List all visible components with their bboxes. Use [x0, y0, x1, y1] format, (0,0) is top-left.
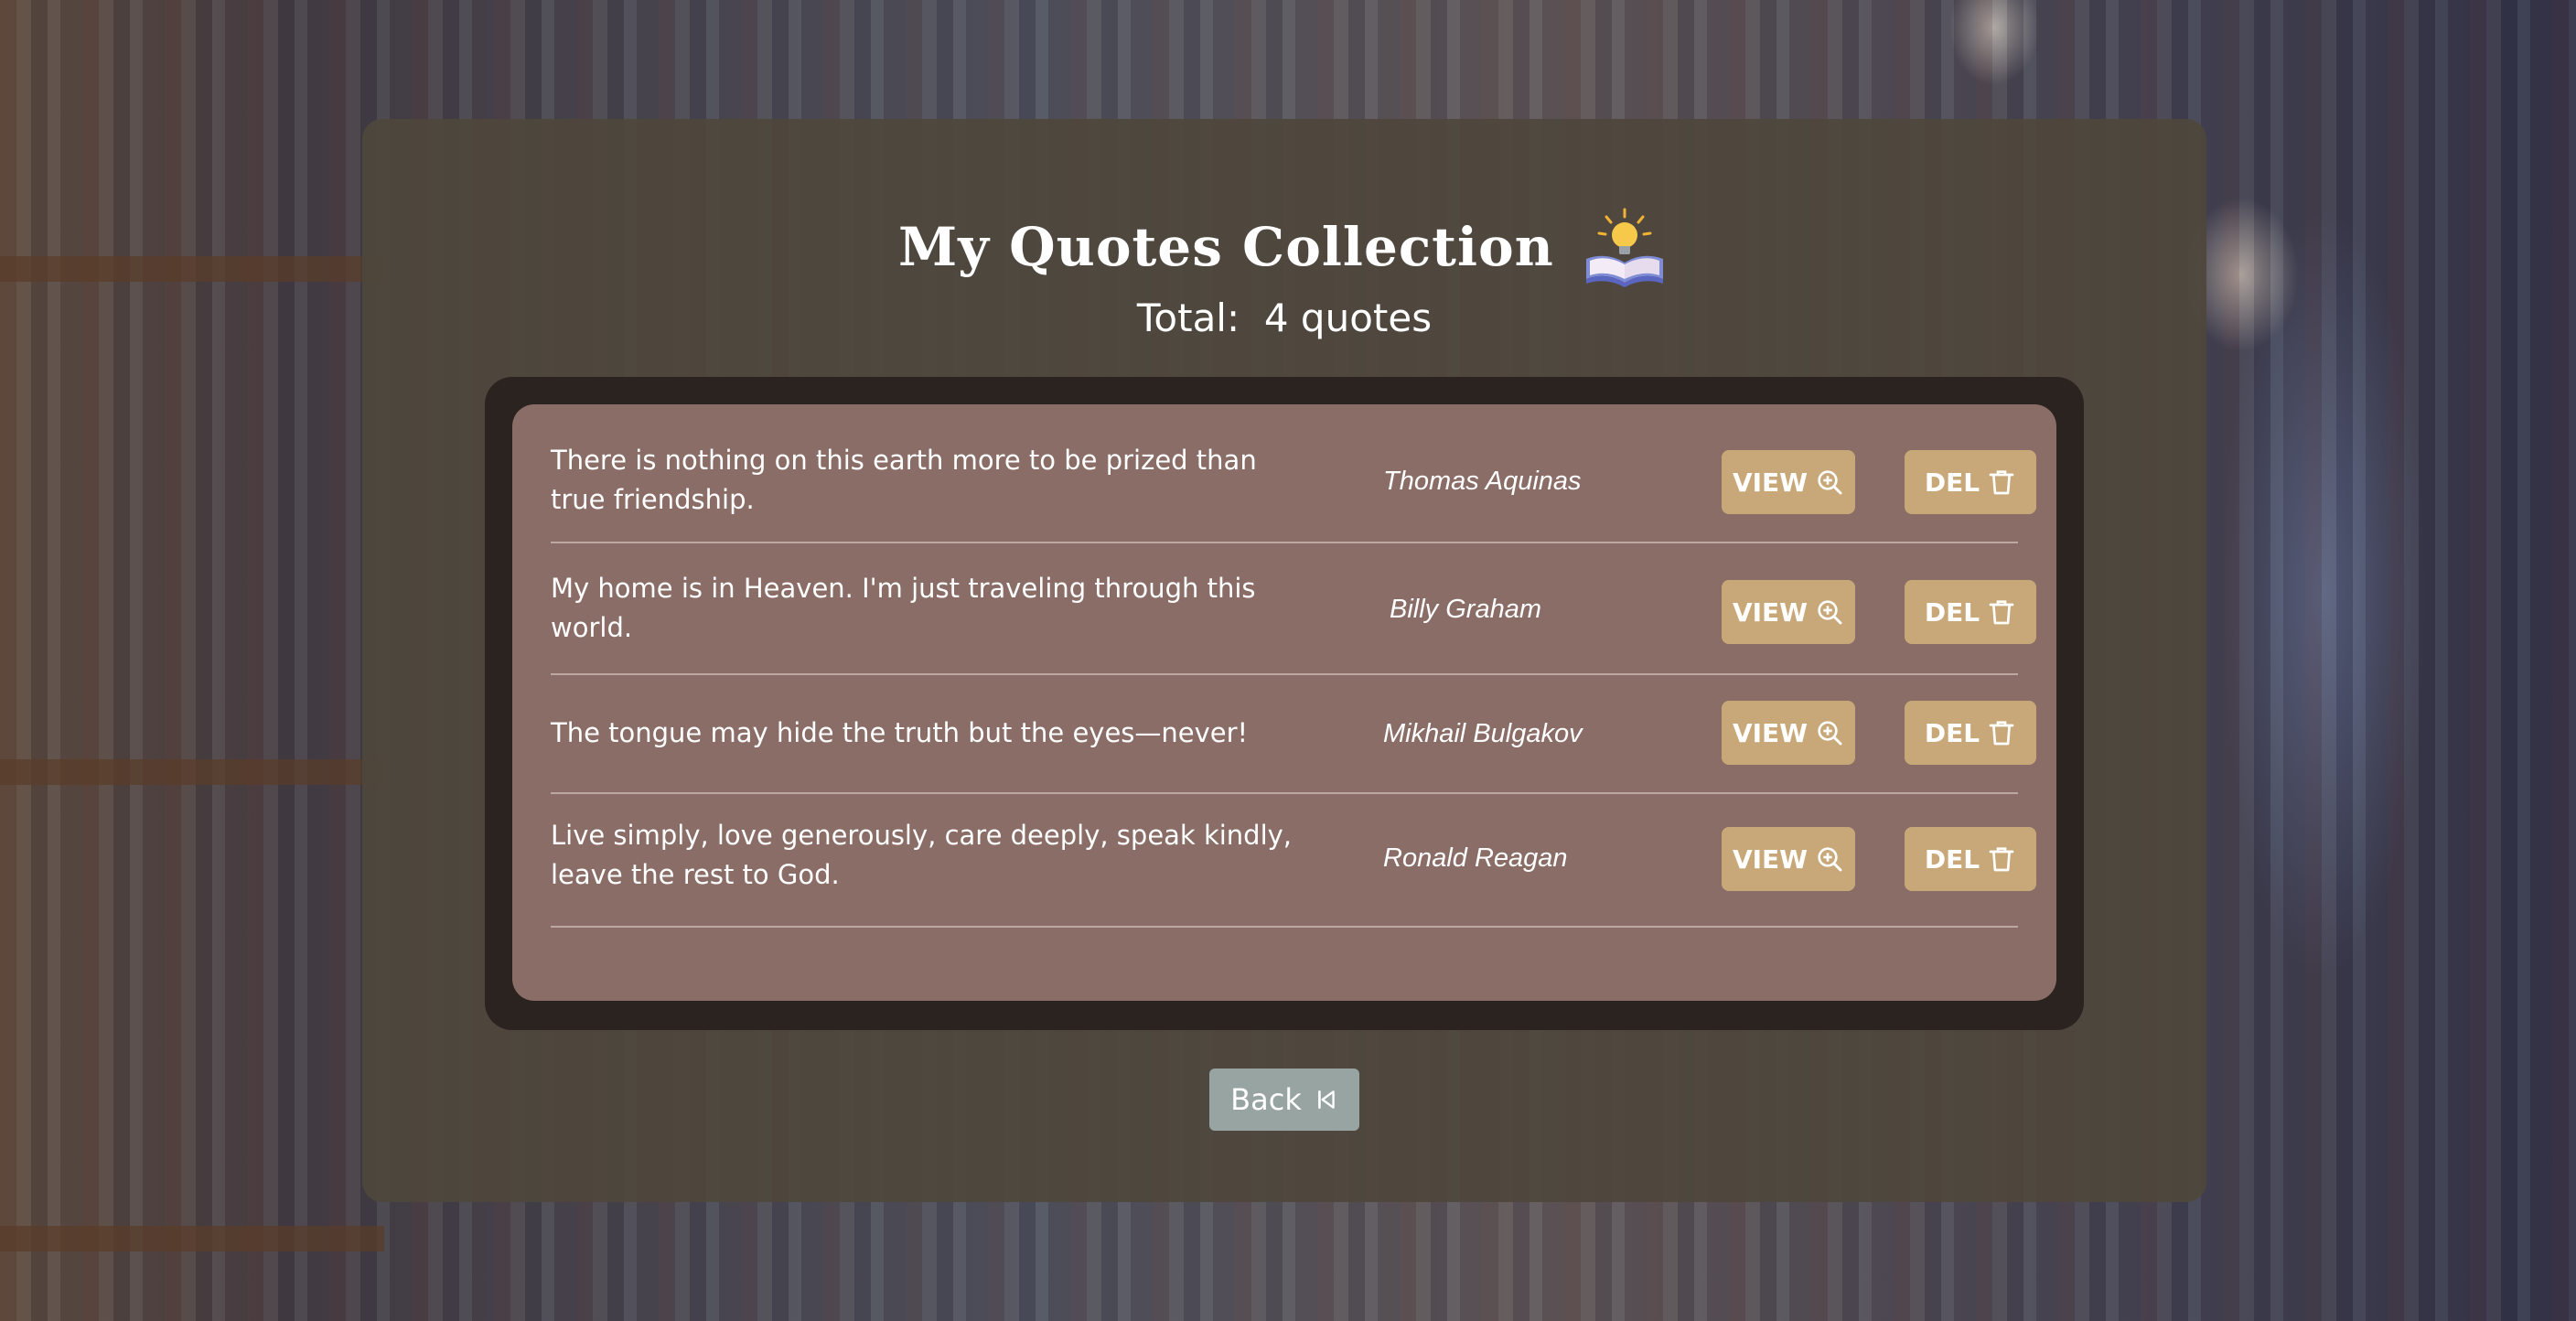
- delete-button[interactable]: DEL: [1905, 827, 2036, 891]
- trash-icon: [1989, 470, 2014, 495]
- quote-author: Thomas Aquinas: [1383, 467, 1582, 496]
- view-button-label: VIEW: [1732, 843, 1809, 875]
- view-button[interactable]: VIEW: [1722, 580, 1855, 644]
- zoom-in-icon: [1818, 600, 1842, 625]
- view-button[interactable]: VIEW: [1722, 701, 1855, 765]
- quotes-list-frame: There is nothing on this earth more to b…: [485, 377, 2084, 1030]
- background-shelf: [0, 759, 384, 785]
- zoom-in-icon: [1818, 847, 1842, 872]
- trash-icon: [1989, 847, 2014, 872]
- view-button-label: VIEW: [1732, 717, 1809, 748]
- quote-row: There is nothing on this earth more to b…: [551, 404, 2036, 543]
- quote-text: Live simply, love generously, care deepl…: [551, 820, 1293, 890]
- trash-icon: [1989, 721, 2014, 746]
- delete-button[interactable]: DEL: [1905, 450, 2036, 514]
- book-with-lightbulb-icon: [1579, 206, 1670, 288]
- page-title: My Quotes Collection: [898, 216, 1554, 278]
- title-row: My Quotes Collection: [362, 206, 2206, 288]
- delete-button-label: DEL: [1924, 596, 1980, 628]
- back-button-label: Back: [1230, 1082, 1302, 1117]
- quote-text: My home is in Heaven. I'm just traveling…: [551, 573, 1256, 643]
- delete-button[interactable]: DEL: [1905, 580, 2036, 644]
- total-value: 4 quotes: [1263, 295, 1433, 340]
- trash-icon: [1989, 600, 2014, 625]
- quote-row: Live simply, love generously, care deepl…: [551, 792, 2036, 928]
- zoom-in-icon: [1818, 721, 1842, 746]
- total-count: Total: 4 quotes: [362, 295, 2206, 340]
- background-shelf: [0, 1226, 384, 1251]
- delete-button-label: DEL: [1924, 717, 1980, 748]
- delete-button-label: DEL: [1924, 843, 1980, 875]
- background-shelf: [0, 256, 384, 282]
- quote-author: Ronald Reagan: [1383, 843, 1568, 873]
- view-button-label: VIEW: [1732, 596, 1809, 628]
- quotes-list: There is nothing on this earth more to b…: [512, 404, 2056, 1001]
- quote-row: My home is in Heaven. I'm just traveling…: [551, 542, 2036, 675]
- quote-text: There is nothing on this earth more to b…: [551, 445, 1257, 515]
- view-button-label: VIEW: [1732, 467, 1809, 498]
- quote-author: Billy Graham: [1390, 595, 1541, 624]
- quote-author: Mikhail Bulgakov: [1383, 719, 1583, 748]
- quote-text: The tongue may hide the truth but the ey…: [551, 717, 1249, 748]
- skip-back-icon: [1317, 1090, 1335, 1109]
- total-label: Total:: [1136, 295, 1240, 340]
- delete-button[interactable]: DEL: [1905, 701, 2036, 765]
- back-button[interactable]: Back: [1209, 1069, 1359, 1131]
- view-button[interactable]: VIEW: [1722, 450, 1855, 514]
- quotes-panel: My Quotes Collection Total: 4 quotes The…: [362, 119, 2206, 1202]
- delete-button-label: DEL: [1924, 467, 1980, 498]
- zoom-in-icon: [1818, 470, 1842, 495]
- quote-row: The tongue may hide the truth but the ey…: [551, 673, 2036, 794]
- view-button[interactable]: VIEW: [1722, 827, 1855, 891]
